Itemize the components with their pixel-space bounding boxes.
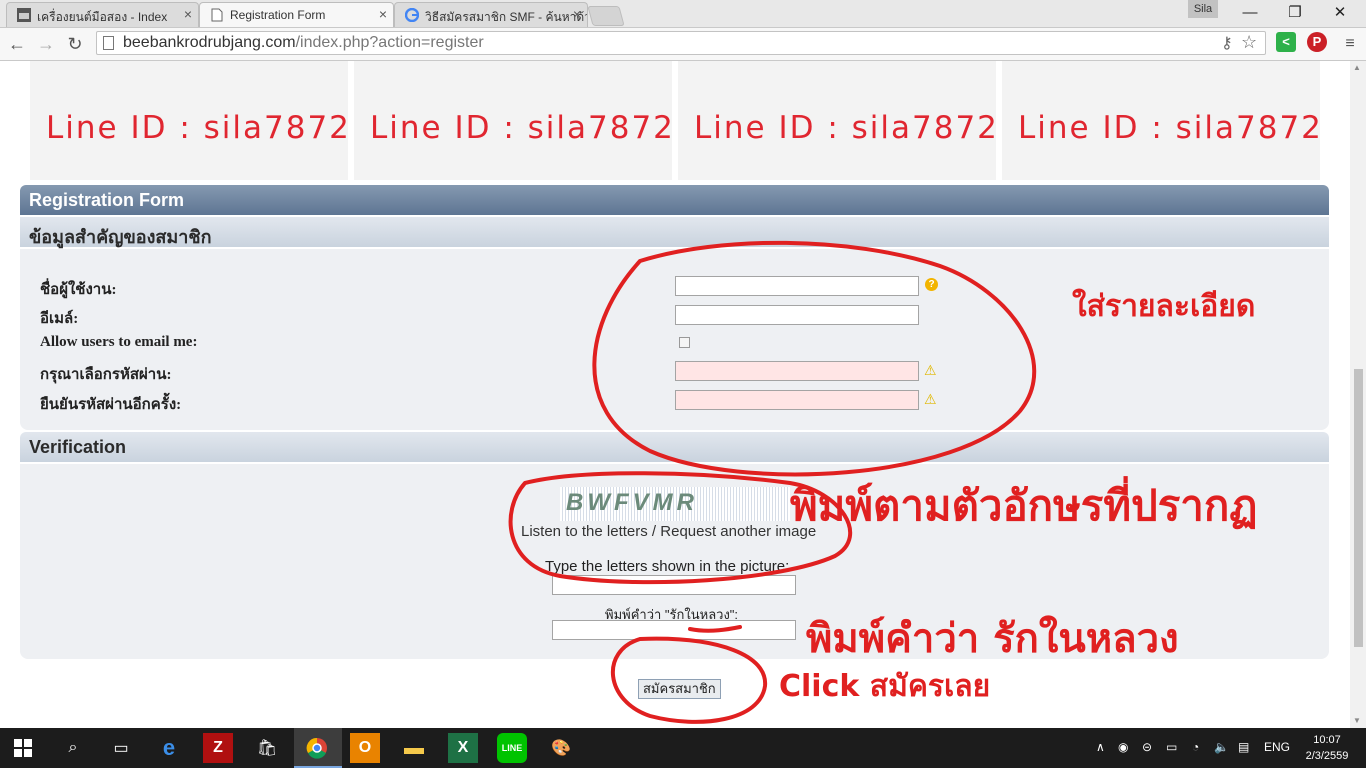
windows-taskbar: ⌕ ▭ e Z 🛍 O ▬ X LINE 🎨 ∧ ◉ ⊝ ▭ ◔ 🔈 ▤ ENG… <box>0 728 1366 768</box>
verification-header: Verification <box>20 432 1329 462</box>
url-path: /index.php?action=register <box>295 34 484 51</box>
annotation-type-letters: พิมพ์ตามตัวอักษรที่ปรากฏ <box>790 481 1258 530</box>
page-icon <box>103 36 114 50</box>
store-icon[interactable]: 🛍 <box>252 733 282 763</box>
line-id-banner[interactable]: Line ID : sila787237 <box>678 61 996 180</box>
key-icon[interactable]: ⚷ <box>1221 33 1233 53</box>
member-info-header: ข้อมูลสำคัญของสมาชิก <box>20 217 1329 247</box>
minimize-button[interactable]: — <box>1230 2 1270 24</box>
tab-google-search[interactable]: วิธีสมัครสมาชิก SMF - ค้นหาด้วย × <box>394 2 588 27</box>
password-input[interactable] <box>675 361 919 381</box>
tab-title: วิธีสมัครสมาชิก SMF - ค้นหาด้วย <box>425 10 588 24</box>
share-extension-icon[interactable]: < <box>1276 32 1296 52</box>
help-icon[interactable]: ? <box>925 278 938 291</box>
warning-icon: ⚠ <box>924 362 937 378</box>
task-view-icon[interactable]: ▭ <box>106 733 136 763</box>
annotation-click: Click สมัครเลย <box>779 669 991 704</box>
forward-button[interactable]: → <box>34 32 58 56</box>
warning-icon: ⚠ <box>924 391 937 407</box>
captcha-type-label: Type the letters shown in the picture: <box>545 558 790 575</box>
excel-icon[interactable]: X <box>448 733 478 763</box>
close-tab-icon[interactable]: × <box>379 6 387 22</box>
browser-toolbar: ← → ↻ beebankrodrubjang.com/index.php?ac… <box>0 28 1366 61</box>
line-app-icon[interactable]: LINE <box>497 733 527 763</box>
captcha-image: BWFVMR <box>560 487 790 521</box>
banner-row: Line ID : sila787237 Line ID : sila78723… <box>30 61 1322 181</box>
link-separator: / <box>647 523 661 540</box>
annotation-details: ใส่รายละเอียด <box>1072 289 1256 324</box>
captcha-links: Listen to the letters / Request another … <box>521 523 816 540</box>
line-id-text: Line ID : sila787237 <box>1018 110 1320 146</box>
close-tab-icon[interactable]: × <box>573 6 581 22</box>
chrome-menu-icon[interactable]: ≡ <box>1338 32 1362 56</box>
page-scrollbar[interactable]: ▲ ▼ <box>1350 61 1366 728</box>
tray-chevron-icon[interactable]: ∧ <box>1096 740 1105 754</box>
line-id-banner[interactable]: Line ID : sila787237 <box>30 61 348 180</box>
confirm-password-input[interactable] <box>675 390 919 410</box>
notifications-icon[interactable]: ▤ <box>1238 740 1249 754</box>
back-button[interactable]: ← <box>5 32 29 56</box>
paint-icon[interactable]: 🎨 <box>546 733 576 763</box>
edge-browser-icon[interactable]: e <box>154 733 184 763</box>
system-clock[interactable]: 10:07 2/3/2559 <box>1297 732 1357 764</box>
page-content: Line ID : sila787237 Line ID : sila78723… <box>0 61 1350 728</box>
allow-email-label: Allow users to email me: <box>40 334 198 350</box>
email-input[interactable] <box>675 305 919 325</box>
filezilla-icon[interactable]: Z <box>203 733 233 763</box>
tray-chrome-icon[interactable]: ◉ <box>1118 740 1128 754</box>
language-indicator[interactable]: ENG <box>1264 740 1290 754</box>
username-input[interactable] <box>675 276 919 296</box>
close-tab-icon[interactable]: × <box>184 6 192 22</box>
register-button[interactable]: สมัครสมาชิก <box>638 679 721 699</box>
reload-button[interactable]: ↻ <box>63 32 87 56</box>
annotation-type-word: พิมพ์คำว่า รักในหลวง <box>806 616 1179 662</box>
registration-form-header: Registration Form <box>20 185 1329 215</box>
page-icon <box>211 8 223 22</box>
google-icon <box>405 8 419 22</box>
line-id-text: Line ID : sila787237 <box>46 110 348 146</box>
maximize-button[interactable]: ❐ <box>1275 2 1315 24</box>
volume-icon[interactable]: 🔈 <box>1214 740 1229 754</box>
tab-index[interactable]: เครื่องยนต์มือสอง - Index × <box>6 2 199 27</box>
username-label: ชื่อผู้ใช้งาน: <box>40 282 117 298</box>
allow-email-checkbox[interactable] <box>679 337 690 348</box>
tab-strip: เครื่องยนต์มือสอง - Index × Registration… <box>0 0 1366 28</box>
site-favicon-icon <box>17 8 31 22</box>
pinterest-icon[interactable]: P <box>1307 32 1327 52</box>
scroll-down-icon[interactable]: ▼ <box>1353 716 1361 725</box>
tab-title: Registration Form <box>230 8 326 22</box>
new-tab-button[interactable] <box>587 6 625 26</box>
tab-registration-form[interactable]: Registration Form × <box>199 2 394 27</box>
windows-start-icon[interactable] <box>8 733 38 763</box>
wifi-icon[interactable]: ◔ <box>1192 740 1199 754</box>
password-label: กรุณาเลือกรหัสผ่าน: <box>40 367 172 383</box>
line-id-banner[interactable]: Line ID : sila787237 <box>1002 61 1320 180</box>
scroll-up-icon[interactable]: ▲ <box>1353 63 1361 72</box>
verification-answer-input[interactable] <box>552 620 796 640</box>
address-bar[interactable]: beebankrodrubjang.com/index.php?action=r… <box>96 31 1266 55</box>
listen-letters-link[interactable]: Listen to the letters <box>521 523 648 540</box>
line-id-text: Line ID : sila787237 <box>694 110 996 146</box>
tab-title: เครื่องยนต์มือสอง - Index <box>37 10 168 24</box>
url-host: beebankrodrubjang.com <box>123 34 296 51</box>
tray-app-icon[interactable]: ⊝ <box>1142 740 1152 754</box>
battery-icon[interactable]: ▭ <box>1166 740 1177 754</box>
file-explorer-icon[interactable]: ▬ <box>399 733 429 763</box>
bookmark-star-icon[interactable]: ☆ <box>1241 32 1257 53</box>
clock-date: 2/3/2559 <box>1305 750 1349 762</box>
line-id-banner[interactable]: Line ID : sila787237 <box>354 61 672 180</box>
confirm-password-label: ยืนยันรหัสผ่านอีกครั้ง: <box>40 397 182 413</box>
profile-button[interactable]: Sila <box>1188 0 1218 18</box>
scrollbar-thumb[interactable] <box>1354 369 1363 647</box>
captcha-text: BWFVMR <box>566 489 698 516</box>
outlook-icon[interactable]: O <box>350 733 380 763</box>
search-icon[interactable]: ⌕ <box>58 733 88 763</box>
line-id-text: Line ID : sila787237 <box>370 110 672 146</box>
chrome-icon[interactable] <box>302 733 332 763</box>
email-label: อีเมล์: <box>40 311 79 327</box>
close-window-button[interactable]: ✕ <box>1320 2 1360 24</box>
captcha-input[interactable] <box>552 575 796 595</box>
clock-time: 10:07 <box>1313 734 1341 746</box>
